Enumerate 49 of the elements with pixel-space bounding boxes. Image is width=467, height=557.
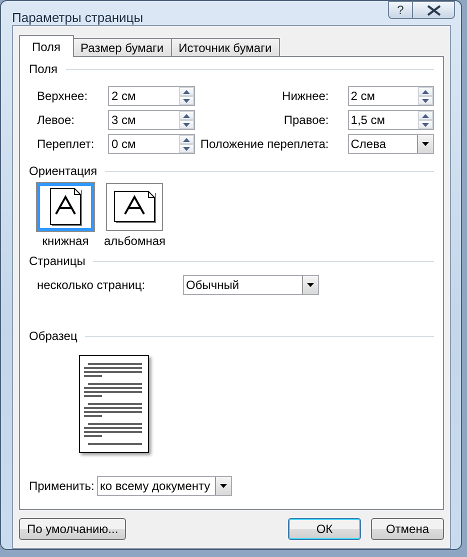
section-title: Поля [29, 62, 58, 76]
dropdown[interactable]: Обычный [183, 275, 319, 295]
close-button[interactable] [413, 1, 455, 19]
dropdown-caret-icon[interactable] [302, 276, 318, 294]
spin-field[interactable]: 0 см [108, 134, 195, 154]
dropdown[interactable]: ко всему документу [97, 476, 232, 496]
field-label: несколько страниц: [37, 278, 146, 292]
dropdown[interactable]: Слева [348, 134, 434, 154]
section-title: Страницы [29, 254, 86, 268]
field-label: Положение переплета: [199, 137, 329, 151]
spin-field[interactable]: 2 см [108, 86, 195, 106]
spin-up-icon[interactable] [178, 111, 194, 120]
spin-down-icon[interactable] [178, 120, 194, 129]
spin-field[interactable]: 3 см [108, 110, 195, 130]
field-label: Правое: [282, 113, 329, 127]
orientation-button[interactable] [106, 183, 164, 231]
field-label: Нижнее: [281, 89, 329, 103]
help-button[interactable]: ? [388, 1, 413, 19]
spin-down-icon[interactable] [178, 96, 194, 105]
dialog-button[interactable]: По умолчанию... [19, 518, 126, 540]
spin-up-icon[interactable] [178, 135, 194, 144]
spin-up-icon[interactable] [418, 87, 433, 96]
field-label: Верхнее: [37, 89, 89, 103]
close-icon [426, 4, 440, 16]
field-label: Переплет: [37, 137, 96, 151]
orientation-button[interactable] [37, 183, 94, 231]
spin-field[interactable]: 1,5 см [348, 110, 434, 130]
spin-down-icon[interactable] [178, 144, 194, 153]
section-title: Ориентация [29, 164, 98, 178]
tab[interactable]: Размер бумаги [72, 38, 172, 57]
landscape-page-icon [114, 191, 156, 223]
dropdown-caret-icon[interactable] [416, 135, 433, 153]
field-label: Левое: [37, 113, 76, 127]
spin-up-icon[interactable] [178, 87, 194, 96]
section-title: Образец [29, 329, 78, 343]
dialog-button[interactable]: Отмена [371, 518, 444, 540]
dropdown-caret-icon[interactable] [215, 477, 231, 495]
spin-down-icon[interactable] [418, 120, 433, 129]
tab[interactable]: Источник бумаги [170, 38, 280, 57]
spin-up-icon[interactable] [418, 111, 433, 120]
window-title: Параметры страницы [12, 10, 144, 25]
orientation-label: альбомная [104, 234, 166, 248]
field-label: Применить: [29, 479, 96, 493]
spin-field[interactable]: 2 см [348, 86, 434, 106]
dialog-button[interactable]: ОК [288, 518, 361, 540]
portrait-page-icon [50, 188, 82, 226]
tab[interactable]: Поля [19, 35, 74, 57]
orientation-label: книжная [42, 234, 89, 248]
spin-down-icon[interactable] [418, 96, 433, 105]
